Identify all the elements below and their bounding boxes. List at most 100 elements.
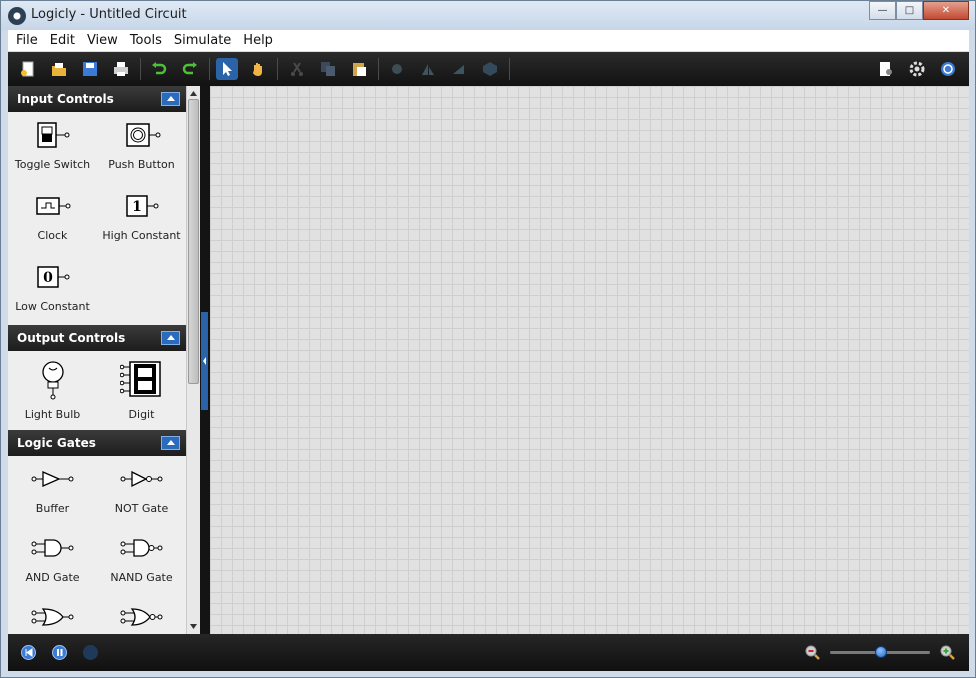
menu-tools[interactable]: Tools	[124, 33, 168, 48]
reset-simulation-button[interactable]	[21, 645, 36, 660]
palette-item-not-gate[interactable]: NOT Gate	[97, 456, 186, 525]
help-button[interactable]	[937, 58, 959, 80]
save-button[interactable]	[79, 58, 101, 80]
title-bar[interactable]: Logicly - Untitled Circuit — □ ✕	[1, 1, 975, 30]
close-button[interactable]: ✕	[923, 1, 969, 20]
palette-item-low-constant[interactable]: 0 Low Constant	[8, 254, 97, 325]
palette-item-label: Push Button	[108, 158, 175, 171]
pause-simulation-button[interactable]	[52, 645, 67, 660]
save-icon	[83, 62, 97, 76]
toolbar-separator	[277, 58, 278, 80]
scroll-up-icon[interactable]	[189, 89, 198, 98]
zoom-slider-thumb[interactable]	[875, 646, 887, 658]
rotate-button[interactable]	[386, 58, 408, 80]
palette-item-nand-gate[interactable]: NAND Gate	[97, 525, 186, 594]
menu-file[interactable]: File	[10, 33, 44, 48]
chevron-left-icon	[203, 357, 206, 365]
palette-item-clock[interactable]: Clock	[8, 183, 97, 254]
step-simulation-button[interactable]	[83, 645, 98, 660]
collapse-toggle-button[interactable]	[161, 436, 180, 450]
menu-bar: File Edit View Tools Simulate Help	[8, 30, 969, 52]
toggle-switch-icon	[8, 118, 97, 152]
export-icon	[880, 62, 892, 76]
component-palette: Input Controls Toggle Switch Push Button…	[8, 86, 186, 634]
and-gate-icon	[8, 531, 97, 565]
circuit-canvas[interactable]	[210, 86, 969, 634]
palette-item-and-gate[interactable]: AND Gate	[8, 525, 97, 594]
open-button[interactable]	[48, 58, 70, 80]
select-tool-button[interactable]	[216, 58, 238, 80]
print-icon	[114, 62, 128, 76]
settings-button[interactable]	[906, 58, 928, 80]
category-header-logic-gates[interactable]: Logic Gates	[8, 430, 186, 456]
category-header-output-controls[interactable]: Output Controls	[8, 325, 186, 351]
palette-item-label: Low Constant	[15, 300, 90, 313]
palette-item-nor-gate[interactable]	[97, 594, 186, 634]
palette-item-label: NOT Gate	[114, 502, 169, 515]
copy-icon	[321, 62, 335, 76]
palette-item-label: High Constant	[102, 229, 181, 242]
export-button[interactable]	[875, 58, 897, 80]
category-title: Input Controls	[17, 92, 114, 106]
palette-scrollbar[interactable]	[186, 86, 200, 634]
new-icon	[21, 61, 34, 77]
cut-button[interactable]	[286, 58, 308, 80]
maximize-button[interactable]: □	[896, 1, 923, 20]
group-button[interactable]	[479, 58, 501, 80]
palette-item-label: Light Bulb	[24, 408, 81, 421]
redo-button[interactable]	[179, 58, 201, 80]
high-constant-icon: 1	[97, 189, 186, 223]
copy-button[interactable]	[317, 58, 339, 80]
pause-icon	[57, 649, 63, 656]
panel-splitter[interactable]	[200, 86, 210, 634]
redo-icon	[182, 62, 197, 75]
menu-simulate[interactable]: Simulate	[168, 33, 237, 48]
palette-item-toggle-switch[interactable]: Toggle Switch	[8, 112, 97, 183]
scroll-down-icon[interactable]	[189, 622, 198, 631]
paste-button[interactable]	[348, 58, 370, 80]
app-window: Logicly - Untitled Circuit — □ ✕ File Ed…	[0, 0, 976, 678]
category-title: Output Controls	[17, 331, 126, 345]
palette-item-high-constant[interactable]: 1 High Constant	[97, 183, 186, 254]
zoom-out-icon[interactable]	[804, 644, 820, 660]
menu-help[interactable]: Help	[237, 33, 279, 48]
toolbar-separator	[378, 58, 379, 80]
buffer-gate-icon	[8, 462, 97, 496]
high-constant-value: 1	[132, 199, 142, 215]
category-items-logic-gates: Buffer NOT Gate AND Gate NAND Gate	[8, 456, 186, 634]
scrollbar-thumb[interactable]	[188, 99, 199, 384]
toolbar-separator	[209, 58, 210, 80]
palette-item-light-bulb[interactable]: Light Bulb	[8, 351, 97, 430]
clock-icon	[8, 189, 97, 223]
undo-button[interactable]	[148, 58, 170, 80]
palette-item-label: AND Gate	[25, 571, 80, 584]
zoom-in-icon[interactable]	[939, 644, 955, 660]
palette-item-buffer[interactable]: Buffer	[8, 456, 97, 525]
palette-item-label: Buffer	[35, 502, 70, 515]
category-title: Logic Gates	[17, 436, 96, 450]
select-tool-icon	[223, 62, 232, 76]
nand-gate-icon	[97, 531, 186, 565]
low-constant-value: 0	[43, 270, 53, 286]
flip-horizontal-button[interactable]	[417, 58, 439, 80]
collapse-panel-handle[interactable]	[201, 312, 208, 410]
pan-tool-button[interactable]	[247, 58, 269, 80]
palette-item-label: Digit	[128, 408, 155, 421]
menu-edit[interactable]: Edit	[44, 33, 81, 48]
category-header-input-controls[interactable]: Input Controls	[8, 86, 186, 112]
flip-vertical-button[interactable]	[448, 58, 470, 80]
palette-item-digit[interactable]: Digit	[97, 351, 186, 430]
palette-item-push-button[interactable]: Push Button	[97, 112, 186, 183]
cut-icon	[291, 62, 303, 76]
palette-item-label: Clock	[37, 229, 68, 242]
palette-item-or-gate[interactable]	[8, 594, 97, 634]
minimize-button[interactable]: —	[869, 1, 896, 20]
paste-icon	[353, 63, 366, 76]
print-button[interactable]	[110, 58, 132, 80]
new-button[interactable]	[17, 58, 39, 80]
collapse-toggle-button[interactable]	[161, 92, 180, 106]
category-items-output-controls: Light Bulb Digit	[8, 351, 186, 430]
palette-item-label: NAND Gate	[110, 571, 173, 584]
collapse-toggle-button[interactable]	[161, 331, 180, 345]
menu-view[interactable]: View	[81, 33, 124, 48]
